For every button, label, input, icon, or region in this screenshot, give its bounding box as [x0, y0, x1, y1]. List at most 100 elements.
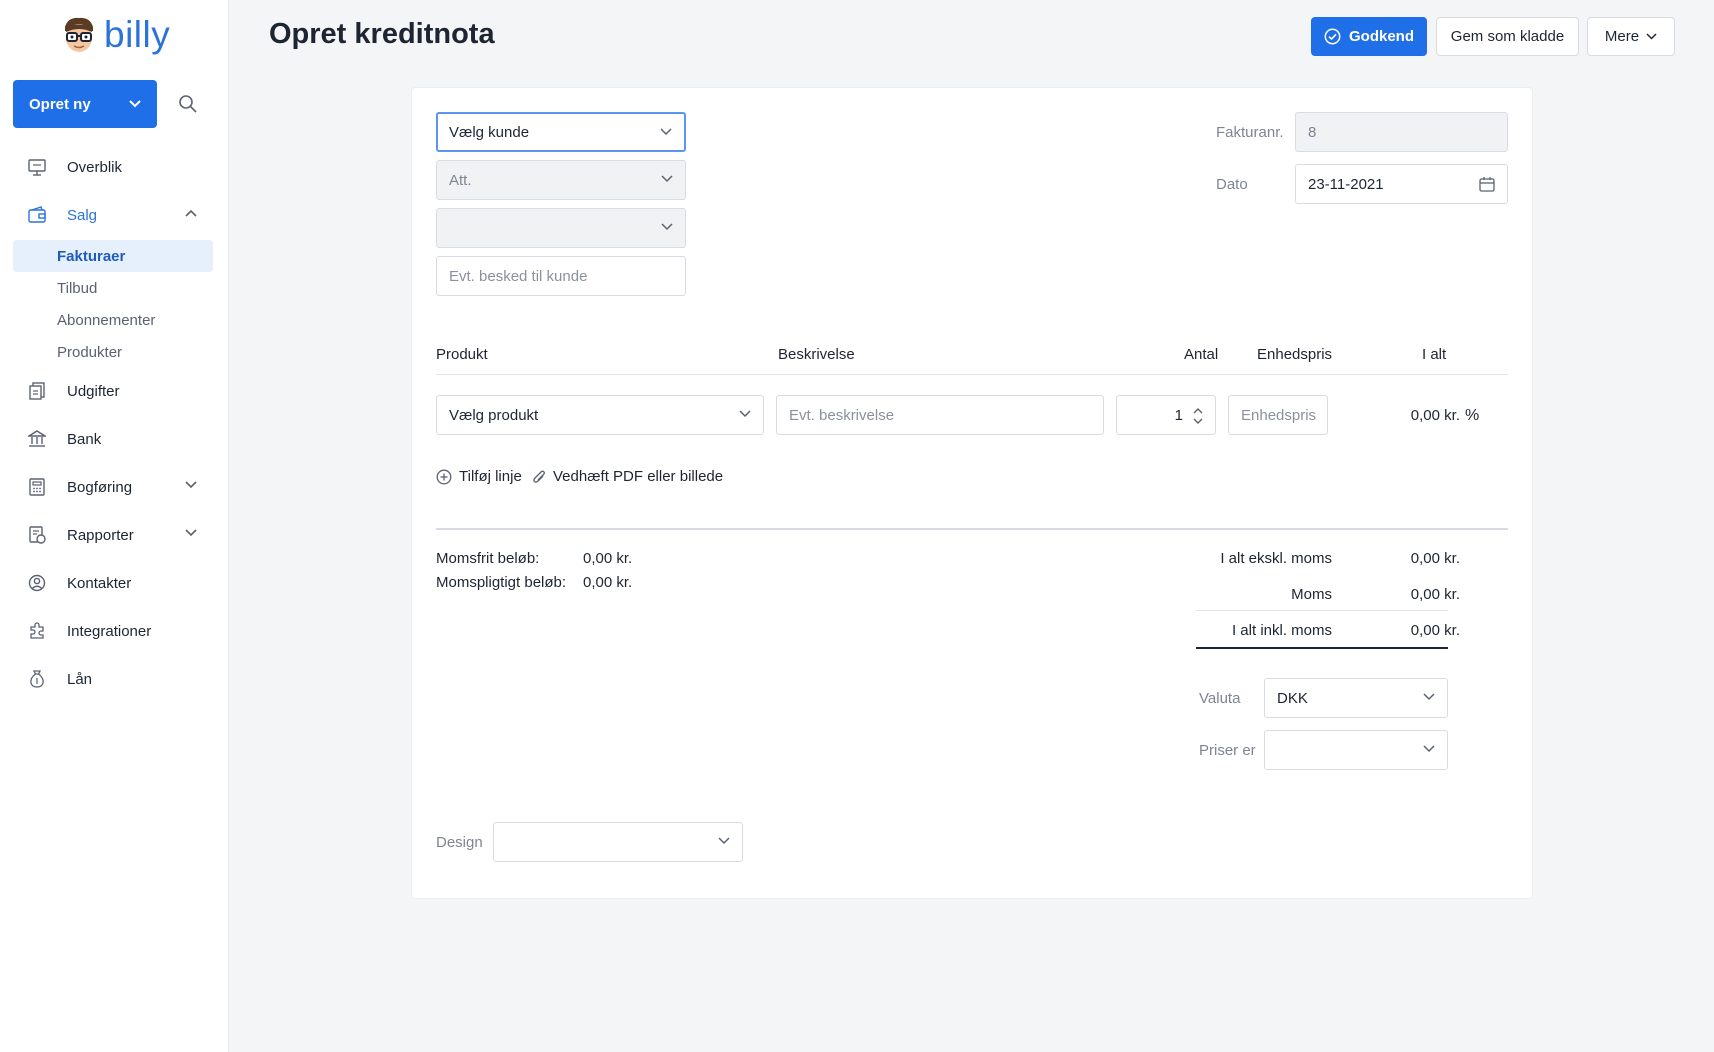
chevron-down-icon — [660, 128, 672, 136]
attention-select-text: Att. — [449, 171, 472, 189]
discount-percent-toggle[interactable]: % — [1465, 407, 1479, 425]
create-new-label: Opret ny — [29, 95, 91, 113]
sidebar-subitem-abonnementer[interactable]: Abonnementer — [13, 304, 213, 336]
product-select[interactable]: Vælg produkt — [436, 395, 764, 435]
currency-select[interactable]: DKK — [1264, 678, 1448, 718]
unit-price-placeholder: Enhedspris — [1241, 406, 1317, 424]
sidebar-subitem-produkter[interactable]: Produkter — [13, 336, 213, 368]
vat-liable-value: 0,00 kr. — [583, 574, 633, 591]
paperclip-icon — [533, 470, 545, 483]
sidebar-item-kontakter[interactable]: Kontakter — [13, 567, 213, 599]
billy-mascot-icon — [65, 17, 93, 52]
logo-text: billy — [104, 14, 171, 55]
vat-value: 0,00 kr. — [1410, 586, 1460, 603]
stepper-arrows-icon[interactable] — [1193, 407, 1203, 425]
currency-value: DKK — [1277, 689, 1308, 707]
create-new-button[interactable]: Opret ny — [13, 80, 157, 128]
product-select-text: Vælg produkt — [449, 406, 539, 424]
chevron-down-icon — [661, 175, 673, 183]
sidebar: billy Opret ny Overblik Salg Fakturaer T… — [0, 0, 229, 1052]
column-header-total: I alt — [1422, 346, 1447, 363]
total-excl-vat-label: I alt ekskl. moms — [1220, 550, 1332, 567]
column-header-description: Beskrivelse — [778, 346, 855, 363]
sidebar-item-integrationer[interactable]: Integrationer — [13, 615, 213, 647]
design-select[interactable] — [493, 822, 743, 862]
sidebar-item-label: Bogføring — [67, 478, 133, 496]
sidebar-item-rapporter[interactable]: Rapporter — [13, 519, 213, 551]
sidebar-item-label: Overblik — [67, 158, 123, 176]
sidebar-subitem-tilbud[interactable]: Tilbud — [13, 272, 213, 304]
page-title: Opret kreditnota — [269, 18, 495, 50]
vat-liable-label: Momspligtigt beløb: — [436, 574, 567, 591]
date-label: Dato — [1216, 176, 1248, 193]
chevron-down-icon — [661, 223, 673, 231]
sales-icon — [25, 206, 49, 224]
chevron-up-icon — [185, 209, 197, 217]
grand-total-underline — [1196, 647, 1448, 649]
sidebar-item-bank[interactable]: Bank — [13, 423, 213, 455]
approve-button[interactable]: Godkend — [1311, 17, 1427, 56]
total-incl-vat-value: 0,00 kr. — [1410, 622, 1460, 639]
customer-message-input[interactable]: Evt. besked til kunde — [436, 256, 686, 296]
totals-divider — [436, 528, 1508, 530]
sidebar-item-bogforing[interactable]: Bogføring — [13, 471, 213, 503]
invoice-number-field: 8 — [1295, 112, 1508, 152]
customer-select-text: Vælg kunde — [449, 123, 530, 141]
sidebar-item-label: Rapporter — [67, 526, 134, 544]
unit-price-input[interactable]: Enhedspris — [1228, 395, 1328, 435]
chevron-down-icon — [718, 837, 730, 845]
search-icon[interactable] — [178, 94, 198, 118]
sidebar-item-salg[interactable]: Salg — [13, 199, 213, 231]
attach-file-button[interactable]: Vedhæft PDF eller billede — [532, 468, 723, 485]
contacts-icon — [25, 574, 49, 592]
vat-label: Moms — [1291, 586, 1332, 603]
approve-label: Godkend — [1348, 28, 1414, 45]
date-input[interactable]: 23-11-2021 — [1295, 164, 1508, 204]
column-header-quantity: Antal — [1184, 346, 1219, 363]
sidebar-item-label: Bank — [67, 430, 102, 448]
more-button[interactable]: Mere — [1587, 17, 1675, 56]
reports-icon — [25, 526, 49, 544]
sidebar-item-label: Kontakter — [67, 574, 132, 592]
chevron-down-icon — [1423, 745, 1435, 753]
totals-sub-divider — [1196, 610, 1448, 611]
chevron-down-icon — [739, 410, 751, 418]
sidebar-item-udgifter[interactable]: Udgifter — [13, 375, 213, 407]
chevron-down-icon — [185, 529, 197, 537]
expenses-icon — [25, 382, 49, 400]
total-excl-vat-value: 0,00 kr. — [1410, 550, 1460, 567]
line-total: 0,00 kr. — [1410, 407, 1460, 424]
prices-select[interactable] — [1264, 730, 1448, 770]
quantity-stepper[interactable]: 1 — [1116, 395, 1216, 435]
column-header-unit-price: Enhedspris — [1257, 346, 1333, 363]
chevron-down-icon — [185, 481, 197, 489]
address-select[interactable] — [436, 208, 686, 248]
attach-file-label: Vedhæft PDF eller billede — [553, 468, 724, 485]
invoice-number-label: Fakturanr. — [1216, 124, 1284, 141]
billy-logo[interactable]: billy — [60, 14, 170, 56]
dashboard-icon — [25, 158, 49, 176]
loan-icon — [25, 670, 49, 688]
customer-select[interactable]: Vælg kunde — [436, 112, 686, 152]
sidebar-item-label: Salg — [67, 206, 98, 224]
save-draft-button[interactable]: Gem som kladde — [1436, 17, 1579, 56]
date-value: 23-11-2021 — [1308, 175, 1384, 193]
column-header-product: Produkt — [436, 346, 488, 363]
save-draft-label: Gem som kladde — [1450, 28, 1565, 45]
line-description-input[interactable]: Evt. beskrivelse — [776, 395, 1104, 435]
attention-select[interactable]: Att. — [436, 160, 686, 200]
integrations-icon — [25, 622, 49, 640]
sidebar-item-overblik[interactable]: Overblik — [13, 151, 213, 183]
sidebar-subitem-fakturaer[interactable]: Fakturaer — [13, 240, 213, 272]
add-line-button[interactable]: Tilføj linje — [436, 468, 522, 485]
add-line-label: Tilføj linje — [459, 468, 522, 485]
more-label: Mere — [1604, 28, 1640, 45]
sidebar-item-label: Udgifter — [67, 382, 120, 400]
invoice-number-value: 8 — [1308, 123, 1317, 141]
bank-icon — [25, 430, 49, 448]
sidebar-item-lan[interactable]: Lån — [13, 663, 213, 695]
chevron-down-icon — [129, 100, 141, 108]
calendar-icon[interactable] — [1479, 176, 1495, 192]
design-label: Design — [436, 834, 483, 851]
vat-free-label: Momsfrit beløb: — [436, 550, 540, 567]
